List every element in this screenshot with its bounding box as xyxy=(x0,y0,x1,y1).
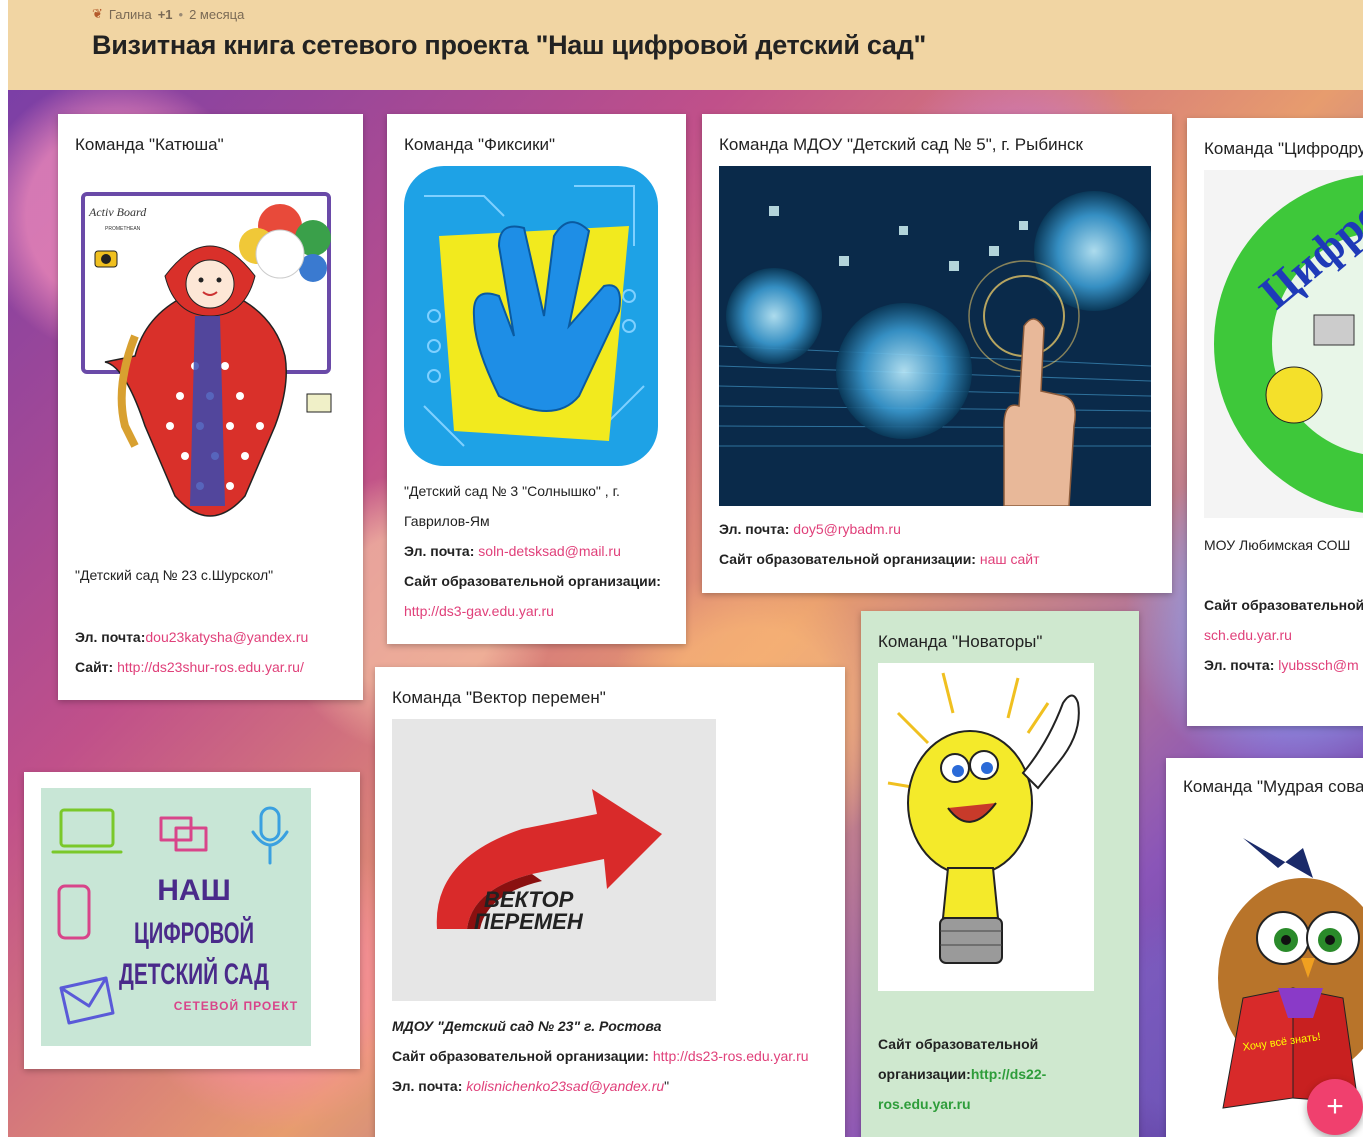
card-site-row: Сайт образовательной организации:http://… xyxy=(878,1029,1122,1119)
card-project-logo[interactable]: НАШ ЦИФРОВОЙ ДЕТСКИЙ САД СЕТЕВОЙ ПРОЕКТ xyxy=(24,772,360,1069)
card-tsifrodruzhki[interactable]: Команда "Цифродру Цифро МОУ Любимская СО… xyxy=(1187,118,1363,726)
email-tail: " xyxy=(664,1078,670,1094)
logo-subtitle: СЕТЕВОЙ ПРОЕКТ xyxy=(174,998,298,1013)
site-label: Сайт образовательной организации: xyxy=(719,551,976,567)
card-email-row: Эл. почта:dou23katysha@yandex.ru xyxy=(75,622,346,652)
card-title: Команда "Новаторы" xyxy=(878,632,1043,651)
digital-globes-illustration xyxy=(719,166,1151,506)
card-site-row: Сайт образовательной организации: наш са… xyxy=(719,544,1155,574)
card-fiksiki[interactable]: Команда "Фиксики" "Детский сад № 3 "Солн… xyxy=(387,114,686,644)
board-brand-sub: PROMETHEAN xyxy=(105,226,141,232)
card-title: Команда "Катюша" xyxy=(75,135,224,154)
site-link[interactable]: sch.edu.yar.ru xyxy=(1204,620,1363,650)
card-mdou5[interactable]: Команда МДОУ "Детский сад № 5", г. Рыбин… xyxy=(702,114,1172,593)
card-org-name: МДОУ "Детский сад № 23" г. Ростова xyxy=(392,1018,662,1034)
card-title: Команда "Мудрая сова xyxy=(1183,777,1363,796)
card-email-row: Эл. почта: kolisnichenko23sad@yandex.ru" xyxy=(392,1071,828,1101)
leaf-icon: ❦ xyxy=(92,6,103,21)
wall-header: ❦ Галина +1 • 2 месяца Визитная книга се… xyxy=(8,0,1363,90)
card-novatory[interactable]: Команда "Новаторы" Сайт образовательной … xyxy=(861,611,1139,1137)
card-org-name: "Детский сад № 23 с.Шурскол" xyxy=(75,567,274,583)
site-label: Сайт образовательной xyxy=(1204,597,1363,613)
card-katyusha[interactable]: Команда "Катюша" Activ Board PROMETHEAN xyxy=(58,114,363,700)
email-label: Эл. почта: xyxy=(404,543,475,559)
logo-line-3: ДЕТСКИЙ САД xyxy=(119,957,269,991)
matryoshka-illustration: Activ Board PROMETHEAN xyxy=(81,192,332,517)
board-brand-text: Activ Board xyxy=(88,205,147,219)
site-link[interactable]: http://ds23shur-ros.edu.yar.ru/ xyxy=(117,659,304,675)
hand-logo-illustration xyxy=(404,166,658,466)
card-image-vektor[interactable]: ВЕКТОР ПЕРЕМЕН xyxy=(392,719,716,1001)
card-title: Команда "Вектор перемен" xyxy=(392,688,606,707)
card-org-name: "Детский сад № 3 "Солнышко" , г. Гаврило… xyxy=(404,483,620,529)
author-name[interactable]: Галина xyxy=(109,7,152,22)
card-email-row: Эл. почта: soln-detsksad@mail.ru xyxy=(404,536,669,566)
card-image-fiksiki[interactable] xyxy=(404,166,658,466)
email-label: Эл. почта: xyxy=(1204,657,1275,673)
email-label: Эл. почта: xyxy=(75,629,146,645)
logo-line-1: НАШ xyxy=(157,874,230,907)
card-site-row: Сайт образовательной организации: http:/… xyxy=(392,1041,828,1071)
email-link[interactable]: dou23katysha@yandex.ru xyxy=(145,629,308,645)
card-title: Команда "Фиксики" xyxy=(404,135,556,154)
plus-count: +1 xyxy=(157,6,173,22)
site-link[interactable]: http://ds3-gav.edu.yar.ru xyxy=(404,596,669,626)
card-image-lightbulb[interactable] xyxy=(878,663,1094,991)
card-site-row: Сайт: http://ds23shur-ros.edu.yar.ru/ xyxy=(75,652,346,682)
project-logo-image[interactable]: НАШ ЦИФРОВОЙ ДЕТСКИЙ САД СЕТЕВОЙ ПРОЕКТ xyxy=(41,788,311,1046)
post-time: 2 месяца xyxy=(189,6,245,22)
card-org-name: МОУ Любимская СОШ xyxy=(1204,537,1351,553)
card-vektor-peremen[interactable]: Команда "Вектор перемен" ВЕКТОР ПЕРЕМЕН … xyxy=(375,667,845,1137)
plus-icon: + xyxy=(1326,1090,1344,1123)
email-label: Эл. почта: xyxy=(719,521,790,537)
site-label: Сайт образовательной организации: xyxy=(392,1048,649,1064)
card-email-row: Эл. почта: doy5@rybadm.ru xyxy=(719,514,1155,544)
email-link[interactable]: soln-detsksad@mail.ru xyxy=(478,543,621,559)
vektor-logo-illustration: ВЕКТОР ПЕРЕМЕН xyxy=(392,719,716,1001)
card-email-row: Эл. почта: lyubssch@m xyxy=(1204,650,1363,680)
card-image-globes[interactable] xyxy=(719,166,1151,506)
page-title: Визитная книга сетевого проекта "Наш циф… xyxy=(92,30,926,60)
site-label: Сайт: xyxy=(75,659,114,675)
lightbulb-illustration xyxy=(878,663,1094,991)
email-label: Эл. почта: xyxy=(392,1078,463,1094)
card-title: Команда "Цифродру xyxy=(1204,139,1363,158)
card-title: Команда МДОУ "Детский сад № 5", г. Рыбин… xyxy=(719,135,1083,154)
author-line: ❦ Галина +1 • 2 месяца xyxy=(92,6,244,22)
tsifro-circle-illustration: Цифро xyxy=(1204,170,1363,518)
site-link[interactable]: http://ds23-ros.edu.yar.ru xyxy=(653,1048,809,1064)
site-link[interactable]: наш сайт xyxy=(980,551,1040,567)
site-label: Сайт образовательной организации: xyxy=(404,573,661,589)
vektor-logo-line-2: ПЕРЕМЕН xyxy=(474,909,584,934)
padlet-board: Команда "Катюша" Activ Board PROMETHEAN xyxy=(8,90,1363,1137)
project-logo-illustration: НАШ ЦИФРОВОЙ ДЕТСКИЙ САД СЕТЕВОЙ ПРОЕКТ xyxy=(51,806,298,1025)
card-image-matryoshka[interactable]: Activ Board PROMETHEAN xyxy=(75,166,346,542)
separator-dot: • xyxy=(178,6,184,22)
logo-line-2: ЦИФРОВОЙ xyxy=(134,916,254,950)
add-post-button[interactable]: + xyxy=(1307,1079,1363,1135)
email-link[interactable]: lyubssch@m xyxy=(1278,657,1358,673)
card-image-tsifro[interactable]: Цифро xyxy=(1204,170,1363,518)
email-link[interactable]: doy5@rybadm.ru xyxy=(793,521,901,537)
email-link[interactable]: kolisnichenko23sad@yandex.ru xyxy=(466,1078,664,1094)
